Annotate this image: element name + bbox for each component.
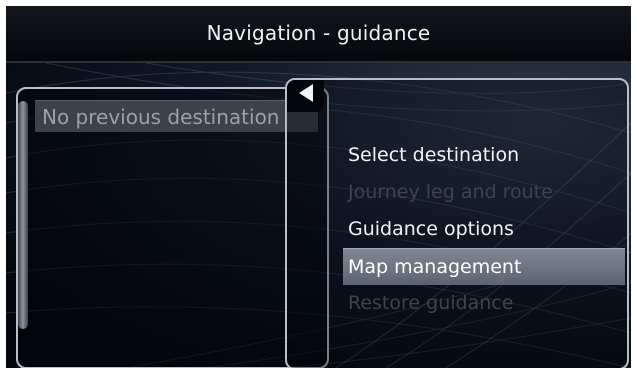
page-title: Navigation - guidance — [206, 20, 431, 45]
scrollbar[interactable] — [18, 101, 28, 329]
previous-destination-item[interactable]: No previous destination — [35, 100, 318, 132]
back-arrow-icon[interactable] — [299, 84, 313, 102]
menu-item-restore-guidance: Restore guidance — [348, 292, 514, 314]
nav-screen: Navigation - guidance No previous destin… — [6, 6, 631, 368]
title-bar: Navigation - guidance — [6, 6, 631, 61]
navigation-menu: Select destination Journey leg and route… — [343, 137, 625, 322]
menu-item-select-destination[interactable]: Select destination — [343, 137, 625, 174]
background-area: No previous destination Select destinati… — [6, 63, 631, 368]
menu-item-journey-leg-and-route: Journey leg and route — [348, 181, 553, 203]
menu-item-map-management[interactable]: Map management — [343, 248, 625, 285]
menu-item-guidance-options[interactable]: Guidance options — [343, 211, 625, 248]
